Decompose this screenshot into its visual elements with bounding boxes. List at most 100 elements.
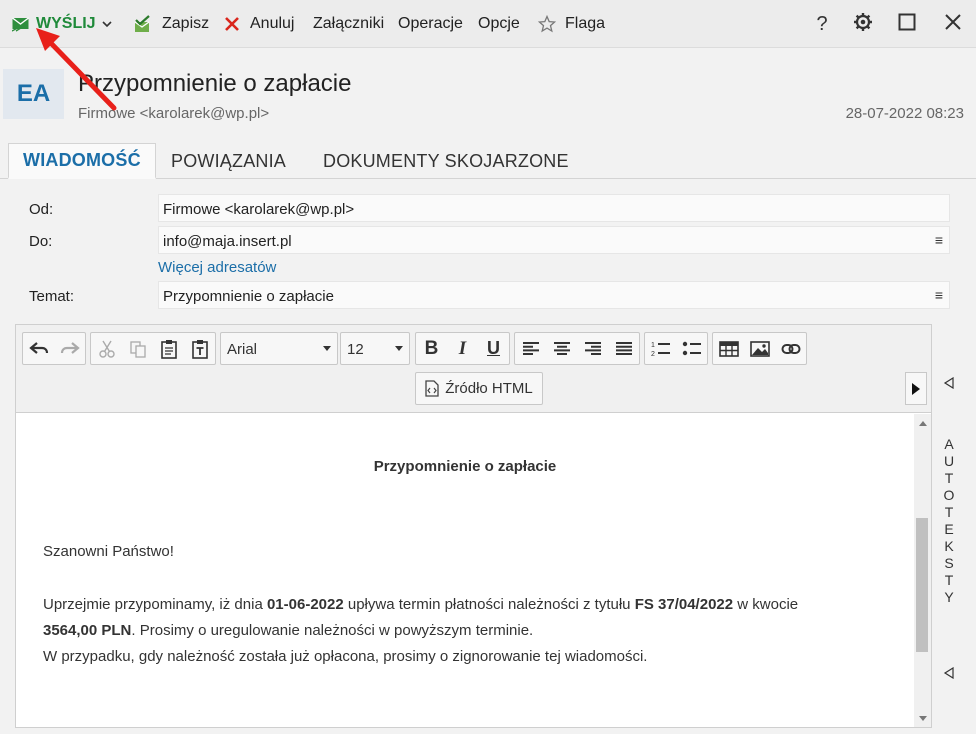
insert-group: [712, 332, 807, 365]
scroll-down-icon[interactable]: [919, 716, 927, 721]
collapse-left-icon[interactable]: [943, 376, 955, 390]
paste-text-button[interactable]: [184, 333, 215, 364]
settings-button[interactable]: [849, 10, 877, 38]
html-source-icon: [425, 380, 439, 397]
align-left-button[interactable]: [515, 333, 546, 364]
autotext-label[interactable]: AUTOTEKSTY: [943, 436, 955, 606]
send-label: WYŚLIJ: [36, 15, 96, 32]
message-paragraph-line: W przypadku, gdy należność została już o…: [43, 648, 648, 665]
svg-text:2: 2: [651, 351, 655, 358]
redo-icon: [60, 341, 80, 354]
attachments-menu[interactable]: Załączniki: [313, 10, 384, 38]
paste-button[interactable]: [153, 333, 184, 364]
close-icon: [223, 15, 241, 33]
toolbar-expand-button[interactable]: [905, 372, 927, 405]
send-button[interactable]: WYŚLIJ: [12, 10, 112, 38]
bullet-list-icon: [682, 341, 701, 355]
maximize-button[interactable]: [893, 10, 921, 38]
save-label: Zapisz: [162, 15, 210, 32]
save-button[interactable]: Zapisz: [133, 10, 209, 38]
dropdown-arrow-icon: [323, 346, 331, 351]
sender-line: Firmowe <karolarek@wp.pl>: [78, 105, 270, 122]
clipboard-group: [90, 332, 216, 365]
insert-image-button[interactable]: [744, 333, 775, 364]
align-left-icon: [522, 341, 539, 355]
cancel-label: Anuluj: [250, 15, 295, 32]
cut-button[interactable]: [91, 333, 122, 364]
undo-button[interactable]: [23, 333, 54, 364]
bold-icon: B: [424, 337, 439, 359]
editor-content[interactable]: Przypomnienie o zapłacie Szanowni Państw…: [16, 414, 914, 727]
avatar: EA: [3, 69, 64, 119]
editor-toolbar: Arial 12 B I U 1 2 Źródło HTML: [16, 325, 931, 413]
subject-value: Przypomnienie o zapłacie: [163, 288, 334, 305]
subject-field[interactable]: Przypomnienie o zapłacie ≡: [158, 281, 950, 309]
collapse-left-icon[interactable]: [943, 666, 955, 680]
from-field[interactable]: Firmowe <karolarek@wp.pl>: [158, 194, 950, 222]
operations-menu[interactable]: Operacje: [398, 10, 463, 38]
to-value: info@maja.insert.pl: [163, 233, 292, 250]
align-right-button[interactable]: [577, 333, 608, 364]
html-source-button[interactable]: Źródło HTML: [415, 372, 543, 405]
tab-message[interactable]: WIADOMOŚĆ: [8, 143, 156, 179]
italic-icon: I: [458, 337, 467, 359]
justify-button[interactable]: [608, 333, 639, 364]
top-toolbar: WYŚLIJ Zapisz Anuluj Załączniki Operacje…: [0, 0, 976, 48]
copy-button[interactable]: [122, 333, 153, 364]
message-greeting: Szanowni Państwo!: [43, 543, 174, 560]
bullet-list-button[interactable]: [676, 333, 707, 364]
message-header: EA Przypomnienie o zapłacie Firmowe <kar…: [0, 49, 976, 143]
save-icon: [133, 15, 153, 33]
message-paragraph-line: 3564,00 PLN. Prosimy o uregulowanie nale…: [43, 622, 534, 639]
due-date: 01-06-2022: [266, 596, 344, 613]
flag-label: Flaga: [565, 15, 606, 32]
close-window-button[interactable]: [939, 10, 967, 38]
italic-button[interactable]: I: [447, 333, 478, 364]
message-title: Przypomnienie o zapłacie: [373, 458, 557, 475]
scroll-up-icon[interactable]: [919, 421, 927, 426]
flag-button[interactable]: Flaga: [538, 10, 605, 38]
close-window-icon: [944, 13, 962, 36]
align-right-icon: [584, 341, 601, 355]
help-button[interactable]: ?: [808, 10, 836, 38]
alignment-group: [514, 332, 640, 365]
editor-scrollbar[interactable]: [914, 414, 931, 727]
to-label: Do:: [29, 233, 53, 250]
list-group: 12: [644, 332, 708, 365]
tab-linked-documents[interactable]: DOKUMENTY SKOJARZONE: [309, 143, 583, 179]
font-family-value: Arial: [227, 341, 258, 358]
message-date: 28-07-2022 08:23: [845, 105, 964, 122]
subject-label: Temat:: [29, 288, 75, 305]
redo-button[interactable]: [54, 333, 85, 364]
insert-table-button[interactable]: [713, 333, 744, 364]
operations-label: Operacje: [398, 15, 463, 32]
cancel-button[interactable]: Anuluj: [223, 10, 294, 38]
from-label: Od:: [29, 201, 54, 218]
bold-button[interactable]: B: [416, 333, 447, 364]
play-triangle-icon: [912, 382, 920, 395]
font-family-select[interactable]: Arial: [220, 332, 338, 365]
subject-menu-icon[interactable]: ≡: [935, 287, 943, 303]
text-style-group: B I U: [415, 332, 510, 365]
star-icon: [538, 15, 556, 33]
underline-button[interactable]: U: [478, 333, 509, 364]
chevron-down-icon[interactable]: [101, 20, 112, 28]
maximize-icon: [898, 13, 916, 36]
numbered-list-button[interactable]: 12: [645, 333, 676, 364]
html-source-label: Źródło HTML: [445, 380, 533, 397]
scroll-thumb[interactable]: [916, 518, 928, 652]
question-mark-icon: ?: [816, 12, 828, 35]
html-editor: Arial 12 B I U 1 2 Źródło HTML Przypomni…: [15, 324, 932, 728]
options-menu[interactable]: Opcje: [478, 10, 520, 38]
font-size-select[interactable]: 12: [340, 332, 410, 365]
to-field[interactable]: info@maja.insert.pl ≡: [158, 226, 950, 254]
align-center-button[interactable]: [546, 333, 577, 364]
insert-link-button[interactable]: [775, 333, 806, 364]
more-recipients-link[interactable]: Więcej adresatów: [158, 259, 276, 276]
dropdown-arrow-icon: [395, 346, 403, 351]
to-menu-icon[interactable]: ≡: [935, 232, 943, 248]
gear-icon: [853, 12, 873, 37]
align-center-icon: [553, 341, 570, 355]
options-label: Opcje: [478, 15, 520, 32]
tab-relations[interactable]: POWIĄZANIA: [157, 143, 300, 179]
